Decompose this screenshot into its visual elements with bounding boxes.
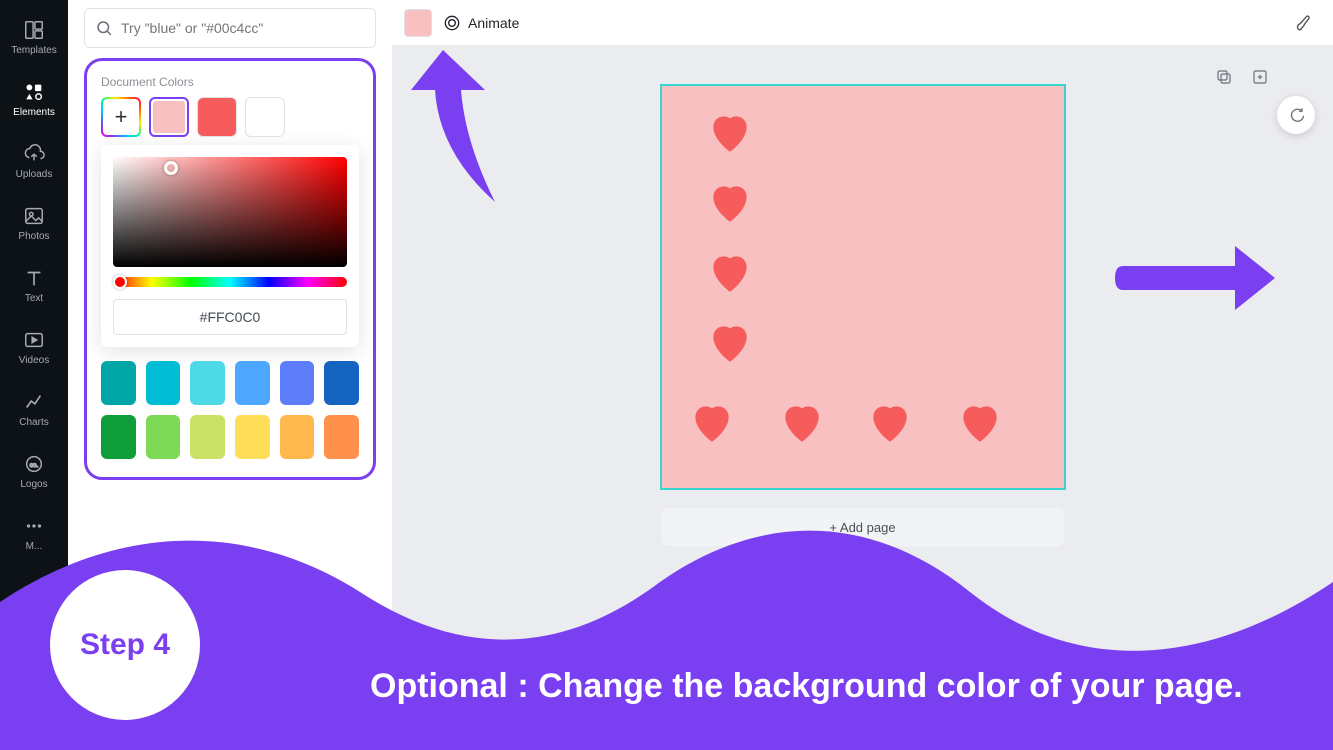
doc-swatch-red[interactable] <box>197 97 237 137</box>
palette-swatch[interactable] <box>101 361 136 405</box>
doc-swatch-pink[interactable] <box>149 97 189 137</box>
default-palette <box>101 361 359 459</box>
heart-shape[interactable] <box>702 318 758 368</box>
left-sidebar: Templates Elements Uploads Photos Text V… <box>0 0 68 750</box>
saturation-lightness-area[interactable] <box>113 157 347 267</box>
annotation-arrow-right <box>1113 238 1283 318</box>
styles-button[interactable] <box>1289 7 1321 39</box>
heart-shape[interactable] <box>702 248 758 298</box>
sidebar-item-charts[interactable]: Charts <box>0 378 68 440</box>
sidebar-item-uploads[interactable]: Uploads <box>0 130 68 192</box>
hex-input[interactable] <box>113 299 347 335</box>
svg-text:co.: co. <box>30 461 39 468</box>
sidebar-item-more[interactable]: M... <box>0 502 68 564</box>
color-panel: Document Colors + <box>68 0 392 750</box>
sidebar-label: Templates <box>11 45 57 56</box>
duplicate-page-button[interactable] <box>1211 64 1237 90</box>
heart-shape[interactable] <box>952 398 1008 448</box>
palette-swatch[interactable] <box>235 415 270 459</box>
sidebar-item-templates[interactable]: Templates <box>0 6 68 68</box>
palette-swatch[interactable] <box>324 415 359 459</box>
annotation-arrow-top <box>405 42 515 212</box>
picker-cursor[interactable] <box>164 161 178 175</box>
sidebar-label: Videos <box>19 355 49 366</box>
palette-swatch[interactable] <box>324 361 359 405</box>
sidebar-label: Logos <box>20 479 47 490</box>
reset-button[interactable] <box>1277 96 1315 134</box>
palette-swatch[interactable] <box>280 361 315 405</box>
heart-shape[interactable] <box>702 178 758 228</box>
sidebar-item-text[interactable]: Text <box>0 254 68 316</box>
sidebar-label: Photos <box>18 231 49 242</box>
canvas-area: + Add page <box>392 46 1333 750</box>
document-colors-box: Document Colors + <box>84 58 376 480</box>
page-tools <box>1211 64 1273 90</box>
add-page-icon-button[interactable] <box>1247 64 1273 90</box>
sidebar-label: Charts <box>19 417 48 428</box>
hue-cursor[interactable] <box>113 275 127 289</box>
palette-swatch[interactable] <box>190 415 225 459</box>
animate-button[interactable]: Animate <box>442 13 519 33</box>
doc-swatch-white[interactable] <box>245 97 285 137</box>
sidebar-item-photos[interactable]: Photos <box>0 192 68 254</box>
sidebar-item-elements[interactable]: Elements <box>0 68 68 130</box>
add-color-swatch[interactable]: + <box>101 97 141 137</box>
animate-icon <box>442 13 462 33</box>
bg-color-chip[interactable] <box>404 9 432 37</box>
palette-swatch[interactable] <box>280 415 315 459</box>
palette-swatch[interactable] <box>235 361 270 405</box>
sidebar-label: Elements <box>13 107 55 118</box>
palette-swatch[interactable] <box>101 415 136 459</box>
sidebar-label: Uploads <box>16 169 53 180</box>
heart-shape[interactable] <box>774 398 830 448</box>
document-colors-title: Document Colors <box>101 75 359 89</box>
hue-slider[interactable] <box>113 277 347 287</box>
palette-swatch[interactable] <box>146 415 181 459</box>
heart-shape[interactable] <box>702 108 758 158</box>
add-page-button[interactable]: + Add page <box>662 508 1064 546</box>
color-picker <box>101 145 359 347</box>
brush-icon <box>1295 13 1315 33</box>
context-toolbar: Animate <box>392 0 1333 46</box>
sidebar-item-logos[interactable]: co. Logos <box>0 440 68 502</box>
sidebar-label: Text <box>25 293 43 304</box>
palette-swatch[interactable] <box>146 361 181 405</box>
color-search[interactable] <box>84 8 376 48</box>
sidebar-label: M... <box>26 541 43 552</box>
heart-shape[interactable] <box>684 398 740 448</box>
heart-shape[interactable] <box>862 398 918 448</box>
doc-swatch-row: + <box>101 97 359 137</box>
animate-label: Animate <box>468 15 519 31</box>
redo-icon <box>1287 106 1305 124</box>
design-canvas[interactable] <box>662 86 1064 488</box>
search-input[interactable] <box>121 20 365 36</box>
palette-swatch[interactable] <box>190 361 225 405</box>
search-icon <box>95 19 113 37</box>
sidebar-item-videos[interactable]: Videos <box>0 316 68 378</box>
